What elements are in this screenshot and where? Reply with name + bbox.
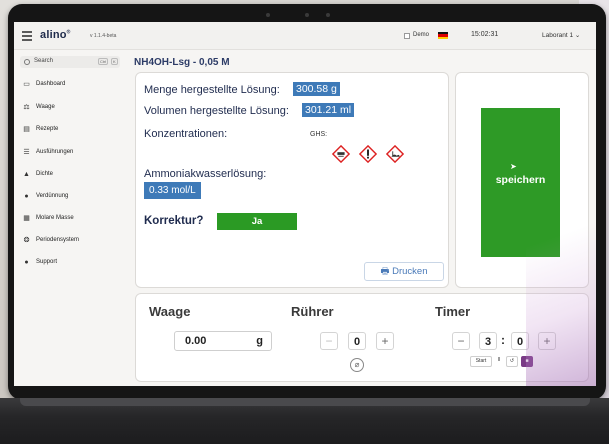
shortcut-key: K xyxy=(111,58,118,65)
search-icon xyxy=(24,59,30,65)
timer-start-button[interactable]: Start xyxy=(470,356,492,367)
sidebar-item-label: Waage xyxy=(36,104,55,110)
info-icon: ● xyxy=(24,259,29,266)
sidebar-item-label: Ausführungen xyxy=(36,149,74,155)
stirrer-minus-button[interactable]: − xyxy=(320,332,338,350)
dashboard-icon: ▭ xyxy=(23,81,30,88)
timer-pause-button[interactable]: II xyxy=(495,356,503,367)
mass-value: 300.58 g xyxy=(293,82,340,96)
flask-icon: ▲ xyxy=(23,171,30,178)
stirrer-plus-button[interactable]: + xyxy=(376,332,394,350)
scale-readout: 0.00 g xyxy=(174,331,272,351)
user-menu[interactable]: Laborant 1 ⌄ xyxy=(542,31,580,39)
keyboard-hinge xyxy=(20,398,590,406)
stirrer-icon: ⌀ xyxy=(350,358,364,372)
concentrations-label: Konzentrationen: xyxy=(144,128,228,140)
scale-title: Waage xyxy=(149,304,191,319)
sidebar-item-label: Support xyxy=(36,259,58,265)
sidebar-item-label: Rezepte xyxy=(36,126,59,132)
timer-reset-button[interactable]: ↺ xyxy=(506,356,518,367)
print-button[interactable]: 🖶 Drucken xyxy=(364,262,444,281)
ghs-label: GHS: xyxy=(310,131,328,138)
sidebar-item-label: Verdünnung xyxy=(36,193,69,199)
demo-label: Demo xyxy=(413,32,430,38)
print-label: Drucken xyxy=(392,266,428,277)
compound-label: Ammoniakwasserlösung: xyxy=(144,168,267,180)
timer-title: Timer xyxy=(435,304,471,319)
timer-colon: : xyxy=(501,333,505,347)
shortcut-key: Ctrl xyxy=(98,58,109,65)
scale-value: 0.00 xyxy=(185,335,207,347)
sidebar-item-label: Periodensystem xyxy=(36,237,80,243)
stirrer-value: 0 xyxy=(348,332,366,350)
save-button[interactable]: speichern xyxy=(481,108,560,257)
compound-concentration: 0.33 mol/L xyxy=(144,182,201,199)
app-version: v 1.1.4-beta xyxy=(90,33,117,39)
sidebar-item-label: Molare Masse xyxy=(36,215,74,221)
mass-label: Menge hergestellte Lösung: xyxy=(144,84,280,96)
demo-checkbox[interactable] xyxy=(404,33,410,39)
german-flag-icon[interactable] xyxy=(438,32,448,39)
camera-dot xyxy=(266,13,270,17)
top-bar: alino® v 1.1.4-beta Demo 15:02:31 Labora… xyxy=(14,22,596,50)
page-title: NH4OH-Lsg - 0,05 M xyxy=(134,57,230,68)
sidebar-item-label: Dichte xyxy=(36,171,54,177)
list-icon: ☰ xyxy=(23,149,30,156)
app-logo: alino® xyxy=(40,29,71,41)
scale-icon: ⚖ xyxy=(23,104,30,111)
clock: 15:02:31 xyxy=(471,31,499,38)
scale-unit: g xyxy=(256,335,263,347)
stirrer-title: Rührer xyxy=(291,304,334,319)
timer-seconds: 0 xyxy=(511,332,529,350)
search-label: Search xyxy=(34,58,54,64)
search-input[interactable]: Search Ctrl K xyxy=(20,56,120,68)
drop-icon: ● xyxy=(24,193,29,200)
app-screen: alino® v 1.1.4-beta Demo 15:02:31 Labora… xyxy=(14,22,596,386)
printer-icon: 🖶 xyxy=(380,266,390,277)
sidebar-item-label: Dashboard xyxy=(36,81,66,87)
correction-yes-button[interactable]: Ja xyxy=(217,213,297,230)
ghs07-exclamation-icon xyxy=(359,145,377,163)
menu-icon[interactable] xyxy=(22,31,32,41)
recipe-icon: ▤ xyxy=(23,126,30,133)
ghs09-environment-icon xyxy=(386,145,404,163)
timer-minutes: 3 xyxy=(479,332,497,350)
correction-label: Korrektur? xyxy=(144,215,204,227)
atom-icon: ❂ xyxy=(23,237,30,244)
camera-dot xyxy=(326,13,330,17)
volume-value: 301.21 ml xyxy=(302,103,355,117)
volume-label: Volumen hergestellte Lösung: xyxy=(144,105,289,117)
timer-minus-button[interactable]: − xyxy=(452,332,470,350)
calculator-icon: ▦ xyxy=(23,215,30,222)
timer-stop-button[interactable]: ■ xyxy=(521,356,533,367)
timer-plus-button[interactable]: + xyxy=(538,332,556,350)
camera-dot xyxy=(305,13,309,17)
chevron-down-icon: ⌄ xyxy=(574,32,581,39)
ghs05-corrosive-icon xyxy=(332,145,350,163)
cursor-icon: ➤ xyxy=(510,162,517,171)
